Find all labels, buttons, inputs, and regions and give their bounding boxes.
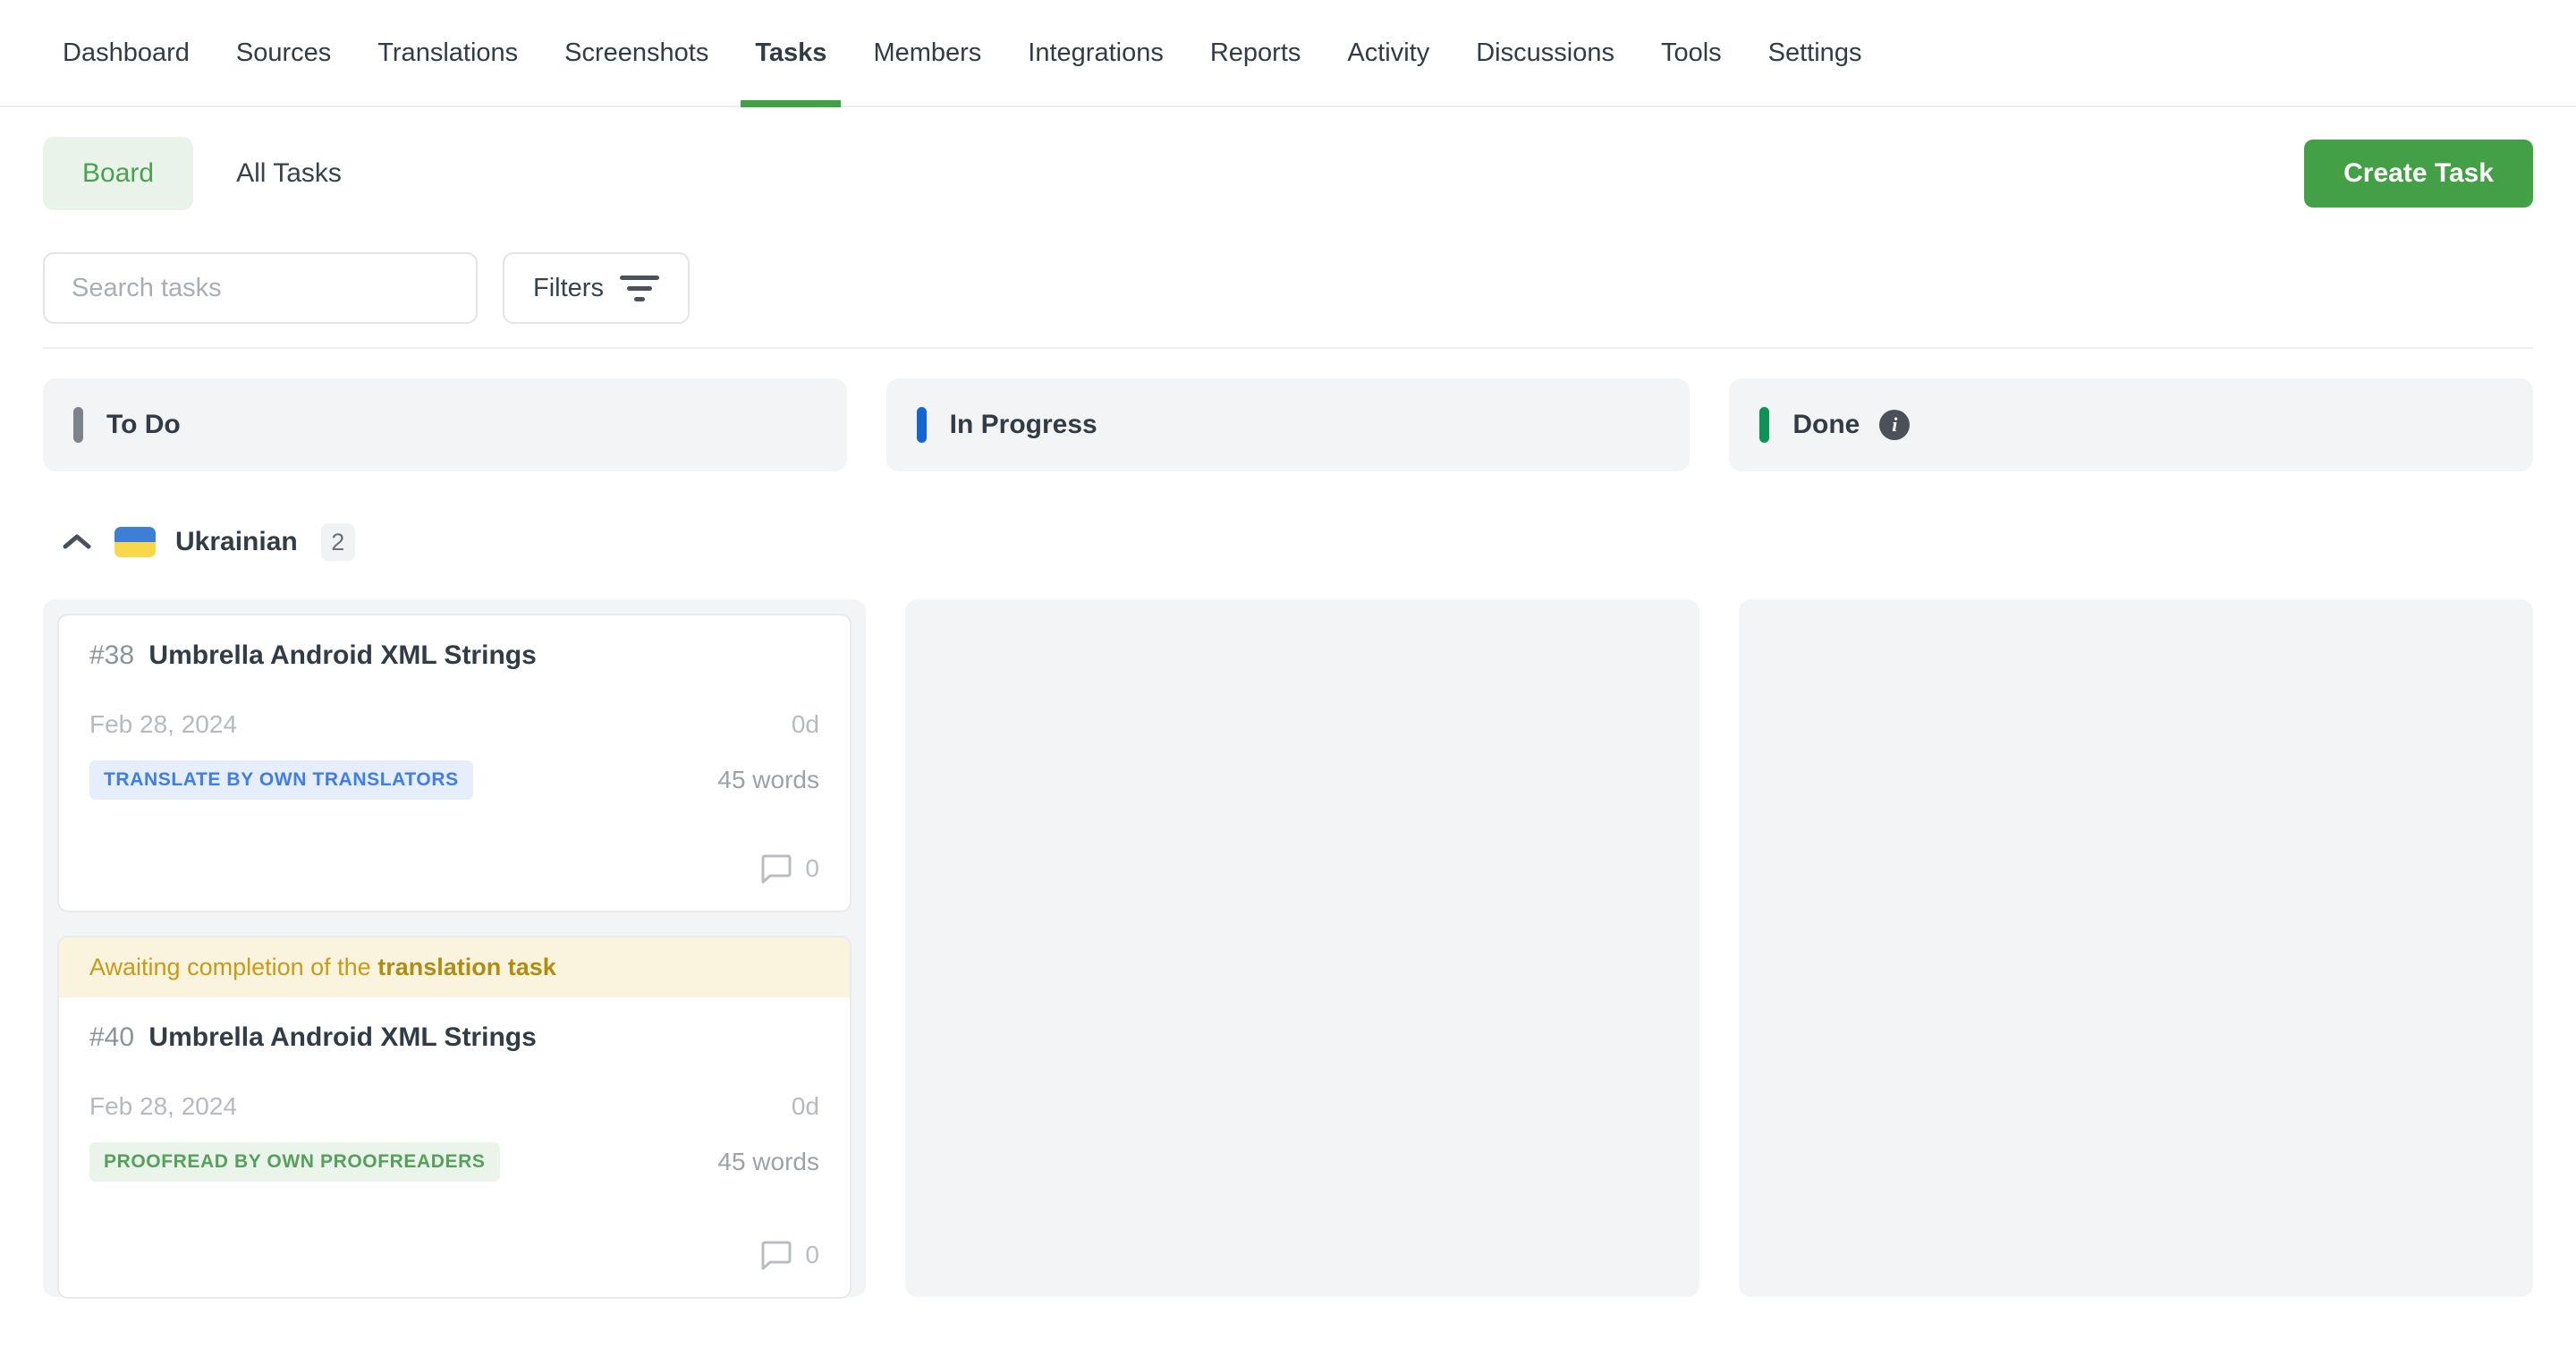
nav-item-tasks[interactable]: Tasks [755, 38, 826, 106]
task-card[interactable]: Awaiting completion of the translation t… [57, 936, 852, 1299]
task-card-body: #40 Umbrella Android XML Strings Feb 28,… [59, 997, 850, 1297]
task-count-badge: 2 [321, 523, 355, 561]
language-group-label: Ukrainian [175, 527, 298, 557]
search-input[interactable] [43, 252, 478, 324]
task-title-row: #38 Umbrella Android XML Strings [89, 640, 819, 671]
page-content: Board All Tasks Create Task Filters To D… [0, 137, 2576, 1297]
column-label-todo: To Do [106, 410, 181, 440]
todo-status-bar [73, 407, 83, 443]
collapse-chevron-up-icon[interactable] [57, 522, 97, 562]
task-card-footer: 0 [89, 823, 819, 884]
lane-done [1739, 599, 2533, 1297]
in-progress-status-bar [917, 407, 927, 443]
task-title-row: #40 Umbrella Android XML Strings [89, 1022, 819, 1053]
task-due: 0d [792, 1092, 819, 1121]
nav-item-discussions[interactable]: Discussions [1476, 38, 1614, 106]
task-id: #40 [89, 1022, 134, 1052]
banner-bold-text: translation task [377, 954, 556, 980]
create-task-button[interactable]: Create Task [2304, 140, 2533, 208]
workflow-step-badge: TRANSLATE BY OWN TRANSLATORS [89, 760, 473, 800]
column-header-done: Done i [1729, 378, 2533, 471]
nav-item-integrations[interactable]: Integrations [1028, 38, 1164, 106]
ukraine-flag-icon [114, 527, 156, 557]
task-word-count: 45 words [717, 766, 819, 794]
tab-all-tasks[interactable]: All Tasks [236, 158, 342, 189]
task-card[interactable]: #38 Umbrella Android XML Strings Feb 28,… [57, 614, 852, 912]
task-badge-row: TRANSLATE BY OWN TRANSLATORS 45 words [89, 760, 819, 800]
nav-item-activity[interactable]: Activity [1347, 38, 1429, 106]
task-card-body: #38 Umbrella Android XML Strings Feb 28,… [59, 615, 850, 911]
nav-item-settings[interactable]: Settings [1768, 38, 1862, 106]
top-navigation: Dashboard Sources Translations Screensho… [0, 0, 2576, 107]
comment-bubble-icon [760, 1240, 792, 1270]
comment-bubble-icon [760, 853, 792, 884]
banner-text: Awaiting completion of the [89, 954, 377, 980]
filters-button-label: Filters [533, 274, 604, 303]
column-label-done: Done [1792, 410, 1860, 440]
task-id: #38 [89, 640, 134, 670]
tasks-toolbar: Board All Tasks Create Task [43, 137, 2533, 210]
done-info-icon[interactable]: i [1879, 410, 1910, 440]
lane-in-progress [905, 599, 1699, 1297]
comment-count: 0 [805, 1241, 819, 1269]
task-date: Feb 28, 2024 [89, 1092, 237, 1121]
task-title: Umbrella Android XML Strings [148, 640, 536, 670]
task-meta-row: Feb 28, 2024 0d [89, 1092, 819, 1121]
board-lanes: #38 Umbrella Android XML Strings Feb 28,… [43, 599, 2533, 1297]
nav-item-translations[interactable]: Translations [377, 38, 518, 106]
nav-item-dashboard[interactable]: Dashboard [63, 38, 190, 106]
task-waiting-banner: Awaiting completion of the translation t… [59, 937, 850, 997]
filters-button[interactable]: Filters [503, 252, 690, 324]
task-badge-row: PROOFREAD BY OWN PROOFREADERS 45 words [89, 1142, 819, 1182]
task-date: Feb 28, 2024 [89, 710, 237, 739]
board-column-headers: To Do In Progress Done i [43, 378, 2533, 471]
column-label-in-progress: In Progress [950, 410, 1097, 440]
language-group-header: Ukrainian 2 [43, 522, 2533, 562]
task-due: 0d [792, 710, 819, 739]
filter-lines-icon [620, 276, 659, 301]
lane-todo: #38 Umbrella Android XML Strings Feb 28,… [43, 599, 866, 1297]
task-title: Umbrella Android XML Strings [148, 1022, 536, 1052]
nav-item-members[interactable]: Members [873, 38, 981, 106]
task-meta-row: Feb 28, 2024 0d [89, 710, 819, 739]
task-card-footer: 0 [89, 1209, 819, 1270]
nav-item-screenshots[interactable]: Screenshots [564, 38, 708, 106]
filter-bar: Filters [43, 252, 2533, 349]
task-word-count: 45 words [717, 1148, 819, 1176]
column-header-in-progress: In Progress [886, 378, 1690, 471]
workflow-step-badge: PROOFREAD BY OWN PROOFREADERS [89, 1142, 500, 1182]
comment-count: 0 [805, 854, 819, 883]
column-header-todo: To Do [43, 378, 847, 471]
nav-item-sources[interactable]: Sources [236, 38, 331, 106]
nav-item-tools[interactable]: Tools [1661, 38, 1722, 106]
done-status-bar [1759, 407, 1769, 443]
tab-board[interactable]: Board [43, 137, 193, 210]
nav-item-reports[interactable]: Reports [1210, 38, 1301, 106]
